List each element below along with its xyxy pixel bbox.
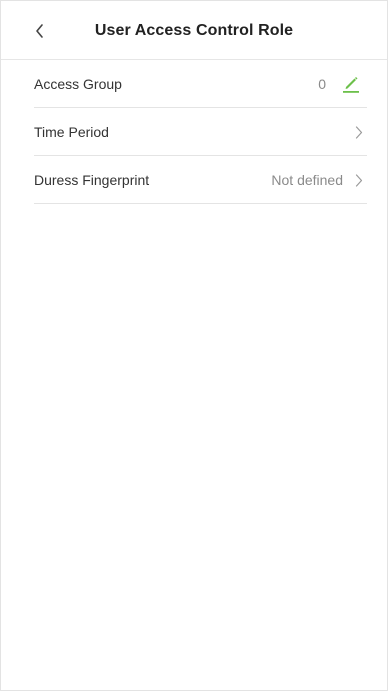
- duress-fingerprint-label: Duress Fingerprint: [34, 172, 150, 188]
- header-bar: User Access Control Role: [1, 1, 387, 60]
- access-group-value: 0: [318, 76, 326, 92]
- app-screen: User Access Control Role Access Group 0 …: [0, 0, 388, 691]
- access-group-label: Access Group: [34, 76, 122, 92]
- time-period-label: Time Period: [34, 124, 109, 140]
- chevron-right-icon: [355, 126, 363, 139]
- access-group-row[interactable]: Access Group 0: [34, 60, 367, 108]
- pencil-icon[interactable]: [341, 73, 361, 93]
- chevron-right-icon: [355, 174, 363, 187]
- settings-list: Access Group 0 Time Period Duress Finger…: [34, 60, 367, 204]
- duress-fingerprint-row[interactable]: Duress Fingerprint Not defined: [34, 156, 367, 204]
- time-period-row[interactable]: Time Period: [34, 108, 367, 156]
- page-title: User Access Control Role: [94, 22, 294, 39]
- duress-fingerprint-value: Not defined: [271, 172, 343, 188]
